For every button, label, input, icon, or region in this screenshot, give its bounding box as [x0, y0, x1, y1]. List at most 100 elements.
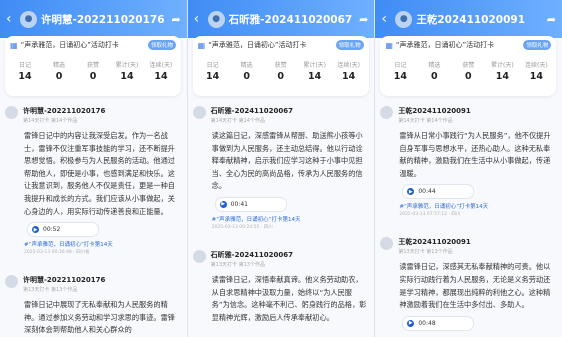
activity-tag-row[interactable]: ▦ “声承雅范，日诵初心”活动打卡 领取礼物 — [380, 36, 556, 54]
share-icon[interactable]: ➦ — [171, 13, 180, 26]
stat-value: 0 — [243, 71, 250, 82]
post-body: 雷锋从日常小事践行“为人民服务”，他不仅提升自身军事与思想水平，还热心助人。这种… — [399, 131, 551, 178]
stats-card: ▦ “声承雅范，日诵初心”活动打卡 领取礼物日记 14 精选 0 获赞 0 累计(天) 14 连续(… — [380, 36, 557, 96]
post-item[interactable]: 石昕雅-202411020067 第13天打卡 第13个作品 读雷锋日记，深悟奉献真… — [188, 244, 375, 328]
post-item[interactable]: 石昕雅-202411020067 第14天打卡 第14个作品 读这篇日记，深感雷锋从… — [188, 100, 375, 234]
stat-item[interactable]: 累计(天) 14 — [488, 60, 516, 82]
post-date: 2025-03-13 00:36:49 · 四川省 — [24, 250, 90, 256]
play-icon[interactable]: ▶ — [407, 319, 415, 327]
post-avatar[interactable] — [5, 106, 18, 119]
stat-value: 14 — [495, 71, 509, 82]
stat-label: 日记 — [18, 62, 31, 69]
audio-player[interactable]: ▶ 00:52 — [27, 222, 99, 238]
post-body: 读雷锋日记，深感其无私奉献精神的可贵。他以实际行动践行着为人民服务，无论是义务劳… — [399, 262, 551, 310]
stat-item[interactable]: 获赞 0 — [79, 60, 107, 82]
post-item[interactable]: 许明慧-202211020176 第13天打卡 第13个作品雷锋日记中展现了无私奉… — [0, 269, 187, 337]
stat-item[interactable]: 连续(天) 14 — [335, 60, 363, 82]
activity-tag: “声承雅范，日诵初心”活动打卡 — [20, 41, 119, 49]
play-icon[interactable]: ▶ — [32, 226, 39, 234]
avatar[interactable]: ● — [207, 10, 225, 28]
post-item[interactable]: 王乾202411020091 第13天打卡 第13个作品读雷锋日记，深感其无私奉献… — [375, 231, 562, 334]
stat-label: 精选 — [240, 62, 253, 69]
stat-value: 14 — [154, 71, 168, 82]
post-avatar[interactable] — [380, 237, 394, 251]
post-item[interactable]: 王乾202411020091 第14天打卡 第14个作品 雷锋从日常小事践行“为人民… — [375, 100, 562, 221]
avatar[interactable]: ● — [20, 10, 37, 28]
stat-value: 14 — [529, 71, 543, 82]
stat-item[interactable]: 获赞 0 — [454, 60, 482, 82]
post-author: 石昕雅-202411020067 — [210, 250, 294, 259]
stat-value: 0 — [55, 71, 63, 82]
share-icon[interactable]: ➦ — [547, 13, 556, 26]
audio-player[interactable]: ▶ 00:48 — [402, 315, 475, 331]
post-topic[interactable]: #“声承雅范，日诵初心”打卡第14天 — [399, 202, 557, 210]
stat-value: 14 — [120, 71, 134, 82]
stat-item[interactable]: 精选 0 — [45, 60, 73, 82]
post-meta: 第13天打卡 第13个作品 — [210, 261, 265, 268]
stat-item[interactable]: 精选 0 — [420, 60, 448, 82]
post-avatar[interactable] — [380, 106, 394, 119]
stat-item[interactable]: 累计(天) 14 — [301, 60, 329, 82]
stat-label: 日记 — [394, 62, 407, 69]
play-icon[interactable]: ▶ — [407, 188, 415, 196]
back-icon[interactable]: ‹ — [381, 11, 393, 27]
stats-card: ▦ “声承雅范，日诵初心”活动打卡 领取礼物 日记 14 精选 0 获赞 0 累计(天) 14 连续(… — [5, 36, 181, 96]
gift-button[interactable]: 领取礼物 — [335, 40, 364, 50]
stat-item[interactable]: 精选 0 — [233, 60, 261, 82]
stat-label: 获赞 — [86, 62, 99, 69]
post-meta: 第13天打卡 第13个作品 — [23, 287, 78, 294]
audio-player[interactable]: ▶ 00:41 — [214, 196, 287, 212]
stat-item[interactable]: 日记 14 — [11, 60, 39, 82]
audio-duration: 00:48 — [418, 319, 436, 327]
back-icon[interactable]: ‹ — [6, 11, 18, 27]
stat-item[interactable]: 日记 14 — [199, 60, 227, 82]
stat-value: 14 — [342, 71, 356, 82]
stat-item[interactable]: 连续(天) 14 — [522, 60, 550, 82]
stat-item[interactable]: 获赞 0 — [267, 60, 295, 82]
post-avatar[interactable] — [192, 106, 206, 119]
stat-item[interactable]: 日记 14 — [386, 60, 414, 82]
audio-player[interactable]: ▶ 00:44 — [402, 184, 475, 200]
header-bar: ‹ ● 许明慧-202211020176 ➦ — [0, 0, 187, 38]
post-feed: 许明慧-202211020176 第14天打卡 第14个作品雷锋日记中的内容让我深… — [0, 100, 187, 337]
stat-item[interactable]: 累计(天) 14 — [113, 60, 141, 82]
post-item[interactable]: 许明慧-202211020176 第14天打卡 第14个作品雷锋日记中的内容让我深… — [0, 100, 187, 259]
stat-value: 14 — [206, 71, 220, 82]
post-author-info: 石昕雅-202411020067 第13天打卡 第13个作品 — [211, 250, 293, 268]
play-icon[interactable]: ▶ — [219, 200, 227, 208]
post-topic[interactable]: #“声承雅范，日诵初心”打卡第14天 — [24, 240, 182, 248]
stat-label: 连续(天) — [337, 62, 361, 69]
post-body: 雷锋日记中展现了无私奉献和为人民服务的精神。通过参加义务劳动和学习求思的事迹。雷… — [24, 300, 175, 335]
stat-item[interactable]: 连续(天) 14 — [147, 60, 175, 82]
profile-panel: ‹ ● 许明慧-202211020176 ➦ ▦ “声承雅范，日诵初心”活动打卡 领取礼物日… — [0, 0, 187, 337]
gift-button[interactable]: 领取礼物 — [523, 40, 552, 50]
activity-tag-row[interactable]: ▦ “声承雅范，日诵初心”活动打卡 领取礼物 — [193, 36, 369, 54]
stat-label: 精选 — [428, 62, 441, 69]
post-avatar[interactable] — [5, 275, 18, 289]
post-author: 石昕雅-202411020067 — [210, 107, 294, 115]
post-date: 2025-03-13 07:57:12 · 四川 — [399, 212, 461, 218]
activity-tag-row[interactable]: ▦ “声承雅范，日诵初心”活动打卡 领取礼物 — [5, 36, 181, 54]
calendar-icon: ▦ — [197, 40, 206, 50]
post-author: 许明慧-202211020176 — [23, 276, 106, 285]
page-title: 王乾202411020091 — [416, 13, 526, 26]
back-icon[interactable]: ‹ — [194, 11, 206, 27]
post-author-info: 许明慧-202211020176 第13天打卡 第13个作品 — [23, 275, 105, 293]
page-title: 石昕雅-202411020067 — [228, 13, 353, 26]
stat-value: 0 — [277, 71, 284, 82]
header-bar: ‹ ● 石昕雅-202411020067 ➦ — [187, 0, 375, 38]
share-icon[interactable]: ➦ — [359, 13, 368, 26]
stat-value: 14 — [393, 71, 407, 82]
post-author-info: 许明慧-202211020176 第14天打卡 第14个作品 — [23, 106, 105, 124]
post-topic[interactable]: #“声承雅范，日诵初心”打卡第14天 — [212, 215, 370, 223]
post-avatar[interactable] — [192, 249, 206, 263]
page-title: 许明慧-202211020176 — [41, 13, 165, 26]
avatar[interactable]: ● — [395, 10, 413, 28]
post-date: 2025-03-13 00:24:55 · 四川 — [211, 224, 273, 230]
stat-value: 0 — [89, 71, 97, 82]
post-body: 雷锋日记中的内容让我深受启发。作为一名战士，雷锋不仅注重军事技能的学习，还不断提… — [24, 131, 175, 216]
profile-panel: ‹ ● 王乾202411020091 ➦ ▦ “声承雅范，日诵初心”活动打卡 领取礼物日记 1… — [374, 0, 562, 337]
post-header: 王乾202411020091 第13天打卡 第13个作品 — [380, 237, 557, 255]
post-author-info: 石昕雅-202411020067 第14天打卡 第14个作品 — [211, 106, 293, 124]
gift-button[interactable]: 领取礼物 — [147, 40, 176, 50]
